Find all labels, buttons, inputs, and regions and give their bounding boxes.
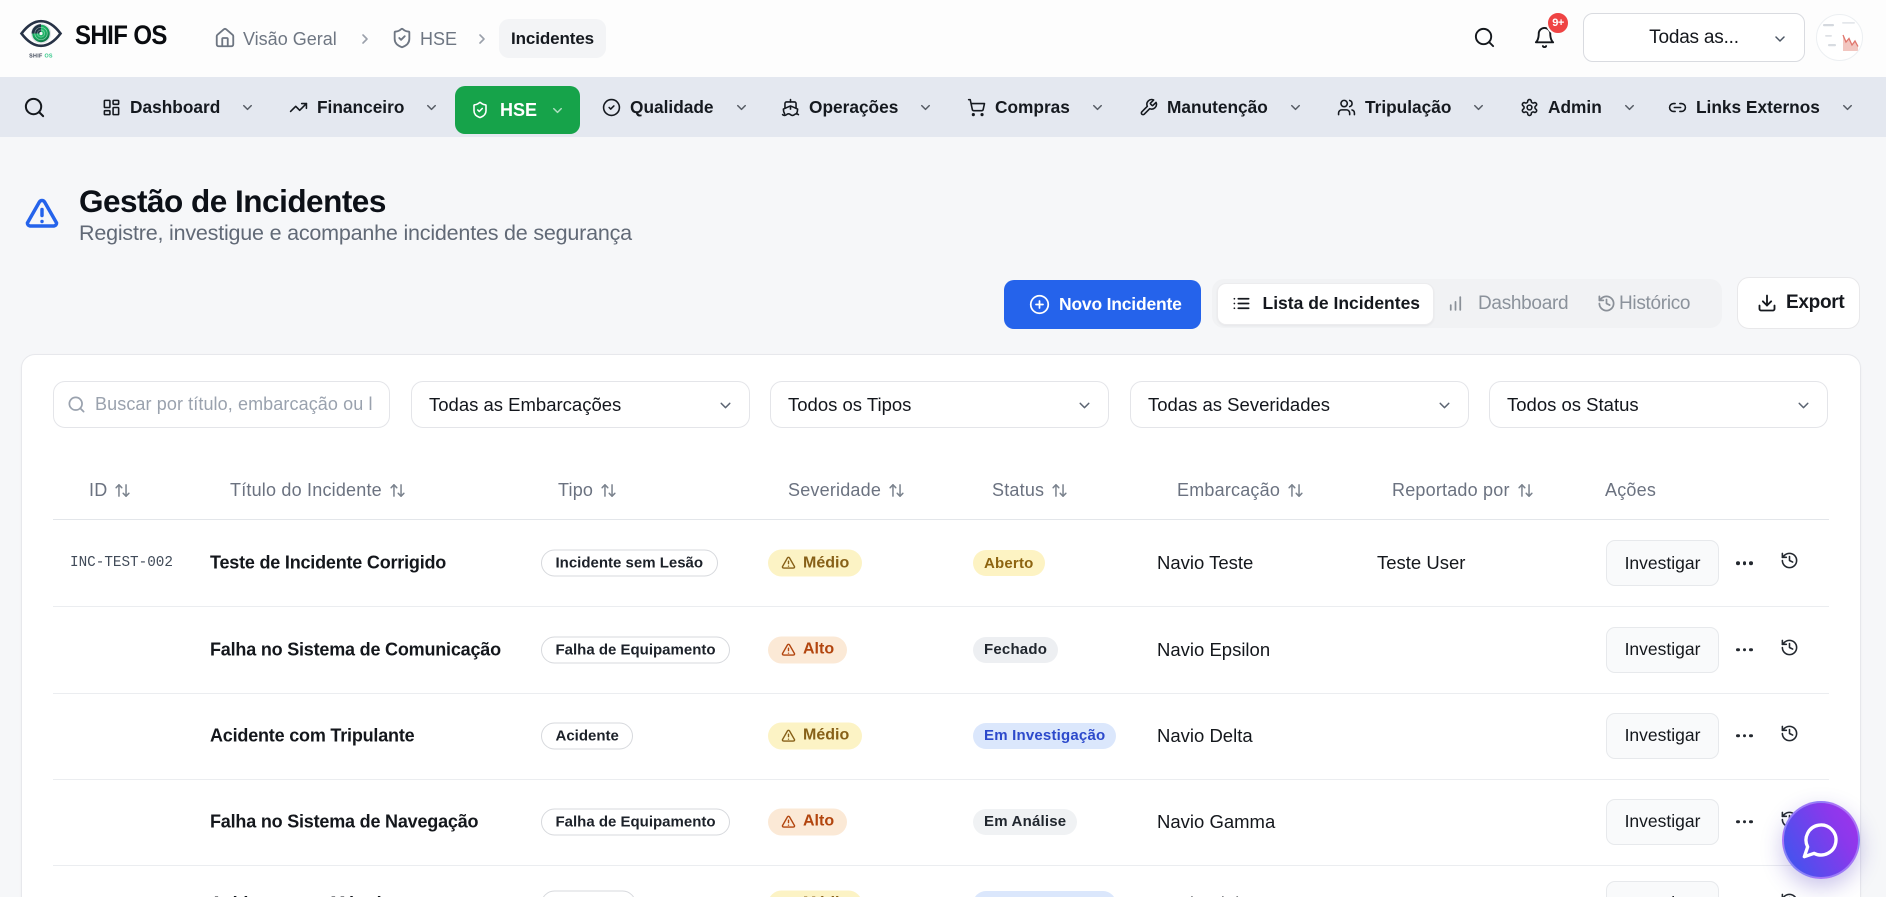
svg-text:SHIF OS: SHIF OS xyxy=(29,54,53,60)
